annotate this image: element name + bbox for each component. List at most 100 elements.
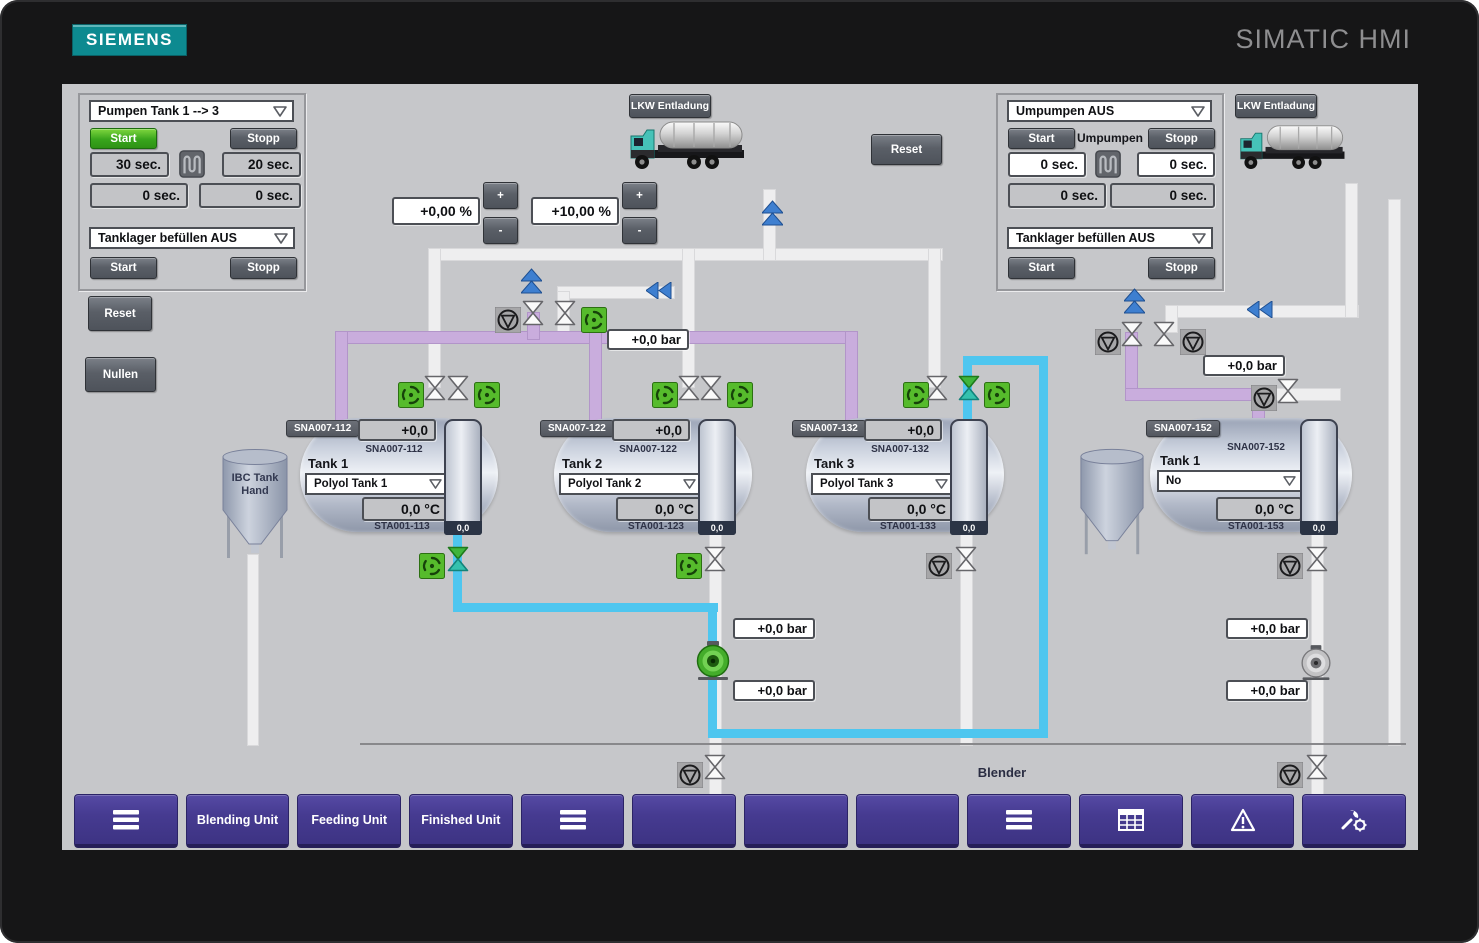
tank-1: SNA007-112 +0,0 SNA007-112 Tank 1 Polyol… (286, 418, 498, 535)
nav-menu-button[interactable] (74, 794, 178, 848)
chevron-down-icon (274, 232, 288, 244)
tank-source-select[interactable]: Polyol Tank 3 (811, 473, 955, 495)
nav-finished-unit-button[interactable]: Finished Unit (409, 794, 513, 848)
agitator-running-icon (727, 382, 753, 408)
pressure-display: +0,0 bar (607, 329, 689, 350)
menu-icon (559, 809, 586, 831)
tanklager-value: Tanklager befüllen AUS (1016, 231, 1155, 245)
tanklager-stopp-button[interactable]: Stopp (1148, 257, 1215, 279)
valve-open-icon (447, 546, 469, 572)
nav-feeding-unit-button[interactable]: Feeding Unit (297, 794, 402, 848)
valve-open-icon (958, 375, 980, 401)
tank-3: SNA007-132 +0,0 SNA007-132 Tank 3 Polyol… (792, 418, 1004, 535)
umpumpen-start-button[interactable]: Start (1008, 128, 1075, 149)
nav-recipes-button[interactable] (1079, 794, 1183, 848)
heater-coil-icon (178, 150, 206, 178)
valve-icon (704, 754, 726, 780)
pipe-purple (590, 332, 601, 427)
nav-blank-button[interactable] (632, 794, 737, 848)
pump-icon (676, 761, 704, 789)
tanker-truck-icon (1238, 120, 1350, 172)
pump-stopp-button[interactable]: Stopp (230, 128, 297, 149)
dosing-minus-button-1[interactable]: - (483, 217, 518, 244)
tank-temp-value: 0,0 °C (868, 497, 954, 521)
tanklager-start-button[interactable]: Start (1008, 257, 1075, 279)
dosing-plus-button-2[interactable]: + (622, 182, 657, 209)
dosing-minus-button-2[interactable]: - (622, 217, 657, 244)
agitator-running-icon (984, 382, 1010, 408)
tank-source-select[interactable]: No (1157, 470, 1303, 492)
dosing-value-2[interactable]: +10,00 % (531, 197, 619, 225)
transfer-pump-stopped-icon (1299, 645, 1333, 681)
pressure-display: +0,0 bar (1226, 618, 1308, 639)
agitator-running-icon (474, 382, 500, 408)
nav-menu-button[interactable] (520, 794, 625, 848)
valve-icon (1121, 321, 1143, 347)
umpumpen-stopp-button[interactable]: Stopp (1148, 128, 1215, 149)
reset-button[interactable]: Reset (88, 296, 152, 331)
flow-up-arrows-icon (760, 200, 785, 228)
dosing-value-1[interactable]: +0,00 % (392, 197, 480, 225)
umpumpen-mode-select[interactable]: Umpumpen AUS (1007, 100, 1212, 122)
nav-blank-button[interactable] (744, 794, 848, 848)
blender-label: Blender (977, 765, 1027, 780)
tank-2: SNA007-122 +0,0 SNA007-122 Tank 2 Polyol… (540, 418, 752, 535)
tanklager-stopp-button[interactable]: Stopp (230, 257, 297, 279)
nav-blending-unit-button[interactable]: Blending Unit (185, 794, 290, 848)
tank-badge: SNA007-112 (286, 420, 360, 437)
timer-setpoint-2[interactable]: 0 sec. (1137, 152, 1215, 177)
timer-setpoint-2[interactable]: 20 sec. (222, 152, 301, 177)
tanklager-start-button[interactable]: Start (90, 257, 157, 279)
tanklager-select[interactable]: Tanklager befüllen AUS (1007, 227, 1213, 249)
dosing-plus-button-1[interactable]: + (483, 182, 518, 209)
menu-icon (112, 809, 139, 831)
chevron-down-icon (935, 479, 948, 489)
valve-icon (447, 375, 469, 401)
valve-icon (955, 546, 977, 572)
timer-setpoint-1[interactable]: 30 sec. (90, 152, 169, 177)
pump-icon (1276, 552, 1304, 580)
nullen-button[interactable]: Nullen (85, 357, 156, 392)
agitator-running-icon (398, 382, 424, 408)
pump-icon (1276, 761, 1304, 789)
tank-level-value: 0,0 (444, 521, 482, 535)
pipe (1346, 184, 1357, 317)
agitator-running-icon (581, 307, 607, 333)
agitator-running-icon (676, 553, 702, 579)
pipe-purple (336, 332, 347, 427)
blender-line (360, 743, 1406, 745)
lkw-entladung-button-right[interactable]: LKW Entladung (1235, 94, 1317, 118)
lkw-entladung-button-left[interactable]: LKW Entladung (629, 94, 711, 118)
flow-up-arrows-icon (519, 268, 544, 296)
nav-settings-button[interactable] (1302, 794, 1407, 848)
tank-flow-label: SNA007-122 (619, 444, 677, 455)
tank-flow-value: +0,0 (612, 419, 690, 441)
pipe-purple (846, 332, 857, 427)
ibc-tank-label: IBC Tank Hand (231, 472, 279, 497)
pressure-display: +0,0 bar (733, 680, 815, 701)
tank-temp-value: 0,0 °C (1216, 497, 1302, 521)
tanklager-select[interactable]: Tanklager befüllen AUS (89, 227, 295, 249)
tank-source-select[interactable]: Polyol Tank 1 (305, 473, 449, 495)
reset-mid-button[interactable]: Reset (871, 134, 942, 165)
timer-setpoint-1[interactable]: 0 sec. (1008, 152, 1086, 177)
simatic-hmi-label: SIMATIC HMI (1235, 24, 1411, 54)
pump-mode-select[interactable]: Pumpen Tank 1 --> 3 (89, 100, 294, 122)
pipe-cyan (708, 729, 1048, 738)
tank-badge: SNA007-132 (792, 420, 866, 437)
nav-alarms-button[interactable] (1190, 794, 1295, 848)
tank-temp-value: 0,0 °C (362, 497, 448, 521)
pipe (1389, 200, 1400, 745)
nav-blank-button[interactable] (855, 794, 960, 848)
timer-actual-2: 0 sec. (199, 183, 301, 208)
timer-actual-1: 0 sec. (1008, 183, 1106, 208)
nav-menu-button[interactable] (967, 794, 1072, 848)
tank-flow-value: +0,0 (358, 419, 436, 441)
pump-start-button[interactable]: Start (90, 128, 157, 149)
timer-actual-2: 0 sec. (1110, 183, 1215, 208)
hopper-tank (1078, 446, 1146, 560)
chevron-down-icon (683, 479, 696, 489)
tank-flow-value: +0,0 (864, 419, 942, 441)
flow-left-arrows-icon (645, 281, 672, 300)
tank-source-select[interactable]: Polyol Tank 2 (559, 473, 703, 495)
